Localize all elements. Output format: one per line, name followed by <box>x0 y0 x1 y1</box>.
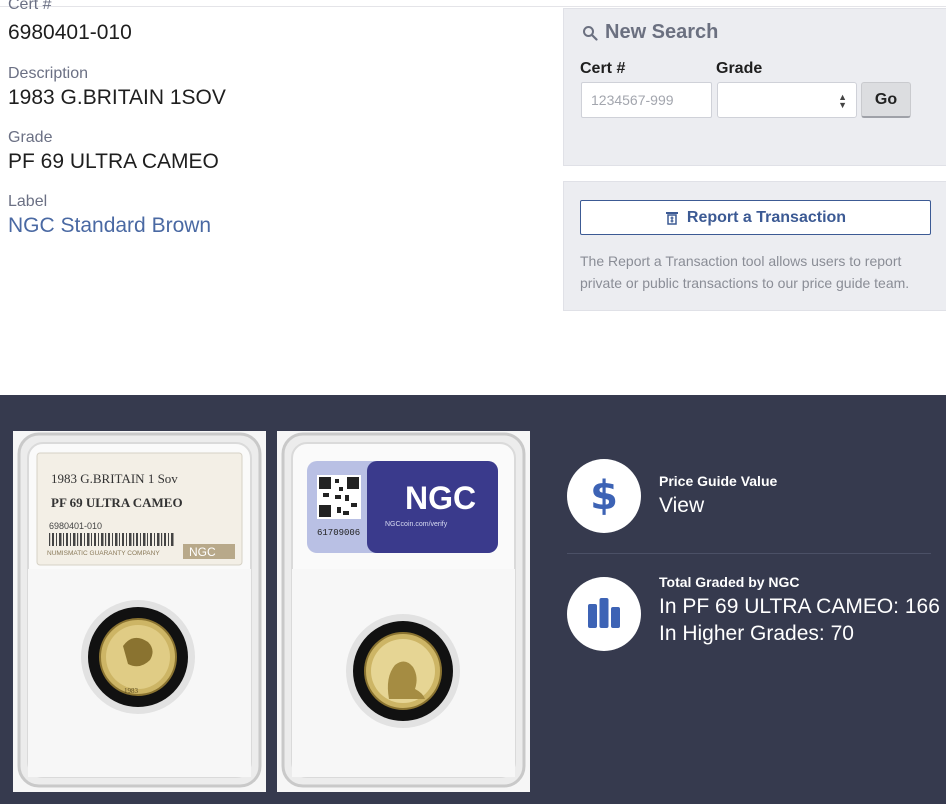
cert-lookup-page: Cert # 6980401-010 Description 1983 G.BR… <box>0 0 946 804</box>
stats-divider <box>567 553 931 554</box>
label-label: Label <box>8 193 48 210</box>
go-button[interactable]: Go <box>861 82 911 118</box>
transaction-icon <box>665 211 678 225</box>
coin-back-image[interactable]: NGC NGCcoin.com/verify 61709006 <box>277 431 530 792</box>
slab-back-code: 61709006 <box>317 528 360 538</box>
in-grade-count: In PF 69 ULTRA CAMEO: 166 <box>659 595 940 618</box>
grade-value: PF 69 ULTRA CAMEO <box>8 150 219 173</box>
total-graded-title: Total Graded by NGC <box>659 574 800 590</box>
slab-front-company: NUMISMATIC GUARANTY COMPANY <box>47 550 160 557</box>
report-transaction-button[interactable]: Report a Transaction <box>580 200 931 235</box>
slab-front-line1: 1983 G.BRITAIN 1 Sov <box>51 471 178 486</box>
price-guide-view-link[interactable]: View <box>659 494 704 517</box>
bar-chart-icon <box>567 577 641 651</box>
coin-front-year: 1983 <box>124 687 139 695</box>
label-link[interactable]: NGC Standard Brown <box>8 214 211 237</box>
price-guide-value: View <box>659 494 704 518</box>
coin-front-image[interactable]: 1983 G.BRITAIN 1 Sov PF 69 ULTRA CAMEO 6… <box>13 431 266 792</box>
search-cert-label: Cert # <box>580 60 626 77</box>
report-description: The Report a Transaction tool allows use… <box>580 253 910 291</box>
slab-front-line2: PF 69 ULTRA CAMEO <box>51 495 183 510</box>
price-guide-title: Price Guide Value <box>659 473 778 489</box>
higher-grade-count: In Higher Grades: 70 <box>659 622 854 645</box>
header-divider <box>0 6 946 7</box>
slab-front-logo: NGC <box>189 545 216 559</box>
report-transaction-panel: Report a Transaction The Report a Transa… <box>563 181 946 311</box>
cert-label: Cert # <box>8 0 52 13</box>
slab-back-logo: NGC <box>405 480 476 516</box>
new-search-panel: New Search Cert # Grade ▲▼ Go <box>563 8 946 166</box>
search-icon <box>583 25 598 41</box>
new-search-heading: New Search <box>582 21 718 44</box>
grade-select[interactable]: ▲ ▼ <box>717 82 857 118</box>
label-value: NGC Standard Brown <box>8 214 211 238</box>
description-value: 1983 G.BRITAIN 1SOV <box>8 86 226 109</box>
dollar-icon: $ <box>567 459 641 533</box>
cert-search-input[interactable] <box>581 82 712 118</box>
description-label: Description <box>8 65 89 82</box>
select-arrows-icon: ▲ ▼ <box>838 92 847 110</box>
search-grade-label: Grade <box>716 60 763 77</box>
cert-value: 6980401-010 <box>8 21 132 44</box>
grade-label: Grade <box>8 129 53 146</box>
slab-front-cert: 6980401-010 <box>49 521 102 531</box>
new-search-title: New Search <box>605 21 719 43</box>
report-transaction-label: Report a Transaction <box>686 208 847 226</box>
slab-back-verify: NGCcoin.com/verify <box>385 521 448 528</box>
